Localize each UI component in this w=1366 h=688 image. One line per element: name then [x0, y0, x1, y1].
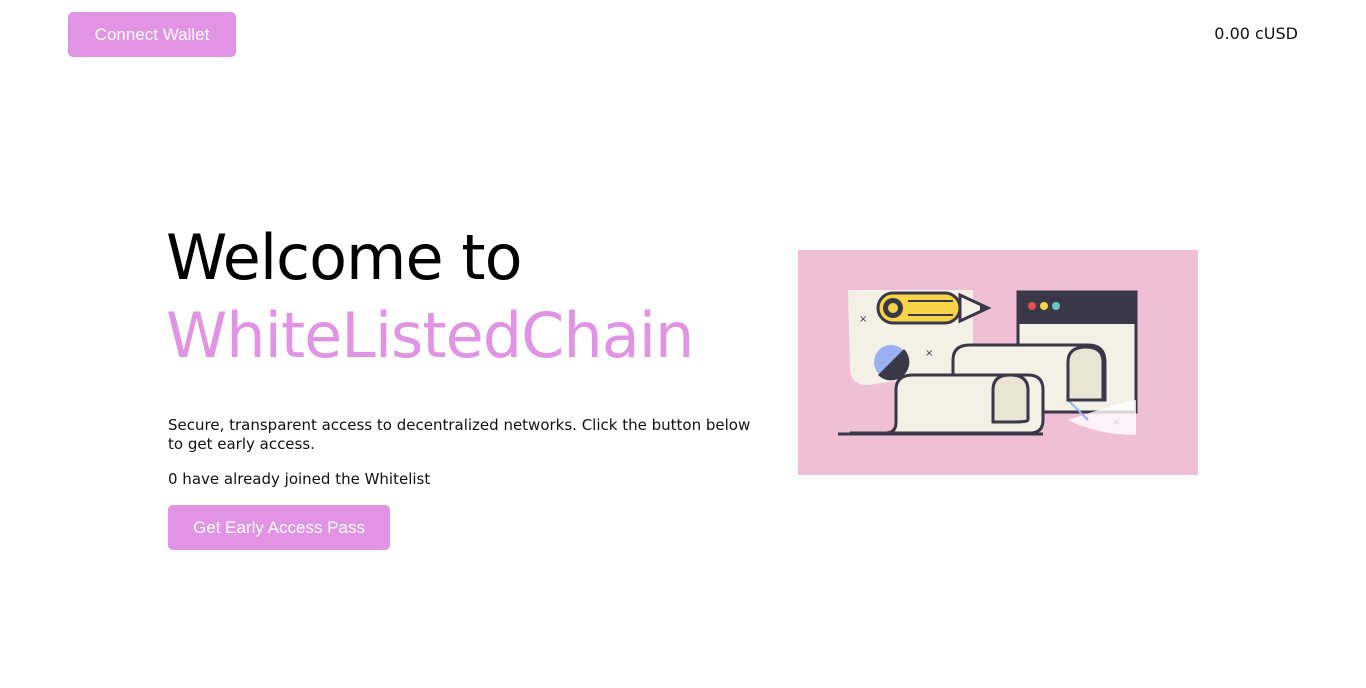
svg-text:×: ×	[925, 348, 933, 359]
pencil-and-scroll-illustration-icon: × × ×	[838, 290, 1138, 436]
svg-text:×: ×	[859, 314, 867, 325]
hero-title-line1: Welcome to	[166, 221, 523, 294]
connect-wallet-button[interactable]: Connect Wallet	[68, 12, 236, 57]
balance-display: 0.00 cUSD	[1214, 24, 1298, 43]
hero-illustration: × × ×	[798, 250, 1198, 475]
hero-description: Secure, transparent access to decentrali…	[168, 416, 751, 453]
get-early-access-button[interactable]: Get Early Access Pass	[168, 505, 390, 550]
whitelist-join-count: 0 have already joined the Whitelist	[168, 470, 431, 488]
hero-title-brand: WhiteListedChain	[166, 299, 694, 372]
